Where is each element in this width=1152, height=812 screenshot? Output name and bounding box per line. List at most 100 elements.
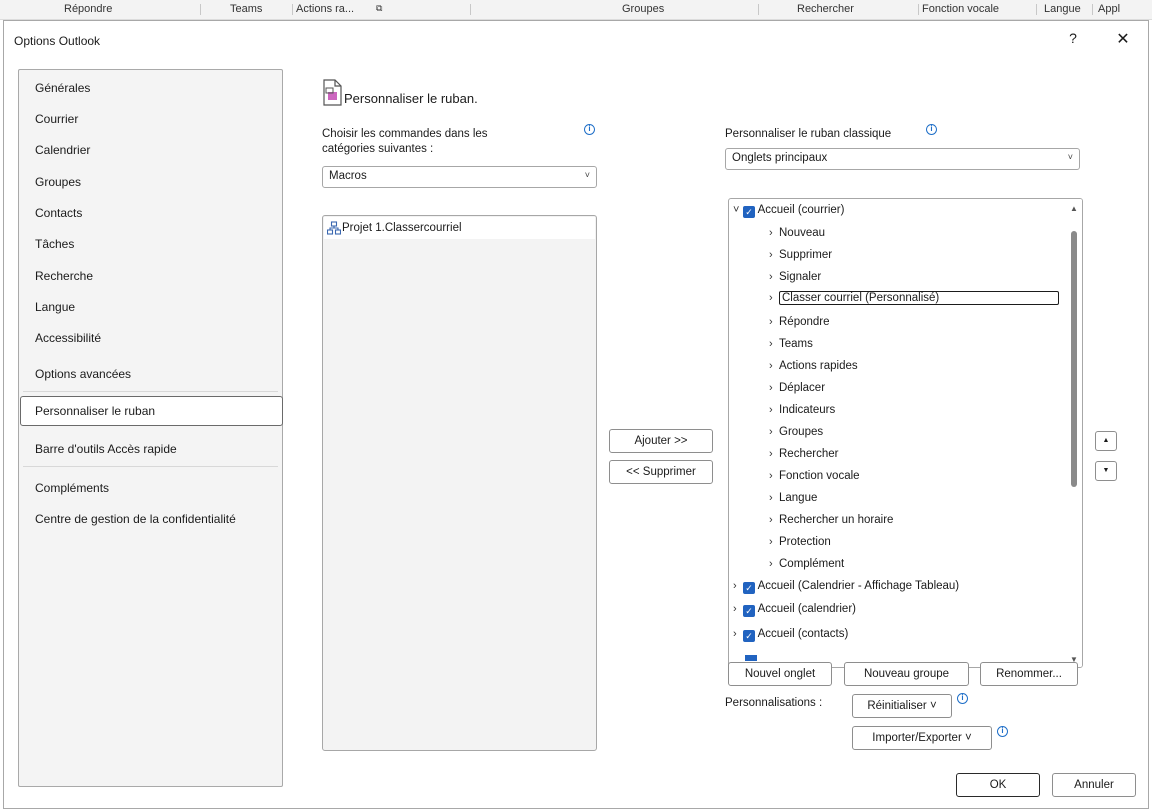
dialog-launcher-icon[interactable]: ⧉: [376, 3, 382, 14]
nav-item-courrier[interactable]: Courrier: [35, 112, 78, 126]
remove-button[interactable]: << Supprimer: [609, 460, 713, 484]
rename-button[interactable]: Renommer...: [980, 662, 1078, 686]
checkbox-checked[interactable]: ✓: [743, 630, 755, 642]
scroll-up-icon[interactable]: ▲: [1068, 204, 1080, 213]
ribbon-tab-teams[interactable]: Teams: [230, 3, 262, 15]
chevron-down-icon[interactable]: ˅: [733, 204, 743, 216]
chevron-right-icon[interactable]: ›: [733, 628, 743, 640]
ribbon-tree[interactable]: ˅ ✓ Accueil (courrier) › Nouveau › Supprime…: [728, 198, 1083, 668]
nav-divider: [23, 466, 278, 467]
import-export-button[interactable]: Importer/Exporter ˅: [852, 726, 992, 750]
chevron-right-icon[interactable]: ›: [733, 603, 743, 615]
ribbon-tab-appl[interactable]: Appl: [1098, 3, 1120, 15]
nav-item-personnaliser-ruban[interactable]: Personnaliser le ruban: [35, 404, 155, 418]
ribbon-tab-repondre[interactable]: Répondre: [64, 3, 112, 15]
tree-item[interactable]: › Nouveau: [769, 227, 825, 239]
tree-item[interactable]: › Groupes: [769, 426, 823, 438]
info-icon[interactable]: i: [997, 726, 1008, 737]
chevron-right-icon[interactable]: ›: [769, 382, 779, 394]
new-tab-button[interactable]: Nouvel onglet: [728, 662, 832, 686]
move-up-button[interactable]: ▲: [1095, 431, 1117, 451]
nav-item-calendrier[interactable]: Calendrier: [35, 143, 90, 157]
tree-item[interactable]: › Rechercher: [769, 448, 838, 460]
ribbon-tab-groupes[interactable]: Groupes: [622, 3, 664, 15]
checkbox-checked[interactable]: ✓: [743, 605, 755, 617]
nav-item-options-avancees[interactable]: Options avancées: [35, 367, 131, 381]
info-icon[interactable]: i: [957, 693, 968, 704]
commands-category-select[interactable]: Macros ˅: [322, 166, 597, 188]
commands-category-value: Macros: [329, 170, 367, 182]
nav-item-contacts[interactable]: Contacts: [35, 206, 82, 220]
close-button[interactable]: ✕: [1114, 29, 1132, 49]
nav-item-barre-acces-rapide[interactable]: Barre d'outils Accès rapide: [35, 442, 177, 456]
commands-list[interactable]: Projet 1.Classercourriel: [322, 215, 597, 751]
chevron-right-icon[interactable]: ›: [769, 316, 779, 328]
tree-item-accueil-courrier[interactable]: ˅ ✓ Accueil (courrier): [733, 204, 844, 218]
chevron-right-icon[interactable]: ›: [769, 360, 779, 372]
chevron-right-icon[interactable]: ›: [733, 580, 743, 592]
checkbox-checked[interactable]: ✓: [743, 582, 755, 594]
tree-item-accueil-calendrier[interactable]: › ✓ Accueil (calendrier): [733, 603, 856, 617]
add-button[interactable]: Ajouter >>: [609, 429, 713, 453]
nav-item-generales[interactable]: Générales: [35, 81, 90, 95]
chevron-right-icon[interactable]: ›: [769, 227, 779, 239]
tree-item-label: Indicateurs: [779, 404, 836, 416]
tree-item[interactable]: › Langue: [769, 492, 817, 504]
tree-item-label: Accueil (Calendrier - Affichage Tableau): [757, 580, 960, 592]
nav-item-centre-confidentialite[interactable]: Centre de gestion de la confidentialité: [35, 512, 236, 526]
tree-item[interactable]: › Déplacer: [769, 382, 825, 394]
chevron-right-icon[interactable]: ›: [769, 470, 779, 482]
nav-item-taches[interactable]: Tâches: [35, 237, 74, 251]
ok-button[interactable]: OK: [956, 773, 1040, 797]
tree-item[interactable]: › Répondre: [769, 316, 830, 328]
chevron-right-icon[interactable]: ›: [769, 426, 779, 438]
chevron-right-icon[interactable]: ›: [769, 536, 779, 548]
tree-item[interactable]: › Complément: [769, 558, 844, 570]
ribbon-tab-langue[interactable]: Langue: [1044, 3, 1081, 15]
help-button[interactable]: ?: [1065, 30, 1081, 46]
scrollbar-thumb[interactable]: [1071, 231, 1077, 487]
nav-item-accessibilite[interactable]: Accessibilité: [35, 331, 101, 345]
info-icon[interactable]: i: [926, 124, 937, 135]
tree-item-classer-courriel[interactable]: › Classer courriel (Personnalisé): [769, 291, 1059, 305]
tree-item-label: Accueil (courrier): [757, 204, 845, 216]
checkbox-checked[interactable]: ✓: [743, 206, 755, 218]
ribbon-tabs-select[interactable]: Onglets principaux ˅: [725, 148, 1080, 170]
ribbon-tab-actions[interactable]: Actions ra...: [296, 3, 354, 15]
nav-item-groupes[interactable]: Groupes: [35, 175, 81, 189]
chevron-right-icon[interactable]: ›: [769, 338, 779, 350]
tree-item[interactable]: › Supprimer: [769, 249, 832, 261]
tree-item[interactable]: › Actions rapides: [769, 360, 858, 372]
tree-item-label: Signaler: [779, 271, 822, 283]
list-item[interactable]: Projet 1.Classercourriel: [324, 217, 595, 239]
tree-item-accueil-calendrier-tableau[interactable]: › ✓ Accueil (Calendrier - Affichage Table…: [733, 580, 959, 594]
tree-item[interactable]: › Teams: [769, 338, 813, 350]
reset-button[interactable]: Réinitialiser ˅: [852, 694, 952, 718]
move-down-button[interactable]: ▼: [1095, 461, 1117, 481]
tree-item[interactable]: › Signaler: [769, 271, 821, 283]
nav-item-recherche[interactable]: Recherche: [35, 269, 93, 283]
tree-item[interactable]: › Fonction vocale: [769, 470, 860, 482]
chevron-right-icon[interactable]: ›: [769, 404, 779, 416]
cancel-button[interactable]: Annuler: [1052, 773, 1136, 797]
new-group-button[interactable]: Nouveau groupe: [844, 662, 969, 686]
tree-item-accueil-contacts[interactable]: › ✓ Accueil (contacts): [733, 628, 848, 642]
chevron-right-icon[interactable]: ›: [769, 271, 779, 283]
info-icon[interactable]: i: [584, 124, 595, 135]
tree-scrollbar[interactable]: ▲ ▼: [1066, 199, 1082, 667]
nav-item-complements[interactable]: Compléments: [35, 481, 109, 495]
chevron-right-icon[interactable]: ›: [769, 292, 779, 304]
tree-item[interactable]: › Protection: [769, 536, 831, 548]
tree-item[interactable]: › Rechercher un horaire: [769, 514, 893, 526]
ribbon-tab-fonction-vocale[interactable]: Fonction vocale: [922, 3, 999, 15]
chevron-right-icon[interactable]: ›: [769, 514, 779, 526]
tree-item[interactable]: › Indicateurs: [769, 404, 835, 416]
chevron-right-icon[interactable]: ›: [769, 492, 779, 504]
tree-item-label: Classer courriel (Personnalisé): [779, 291, 1059, 305]
nav-item-langue[interactable]: Langue: [35, 300, 75, 314]
chevron-right-icon[interactable]: ›: [769, 249, 779, 261]
chevron-right-icon[interactable]: ›: [769, 448, 779, 460]
tree-item-label: Accueil (contacts): [757, 628, 849, 640]
chevron-right-icon[interactable]: ›: [769, 558, 779, 570]
ribbon-tab-rechercher[interactable]: Rechercher: [797, 3, 854, 15]
